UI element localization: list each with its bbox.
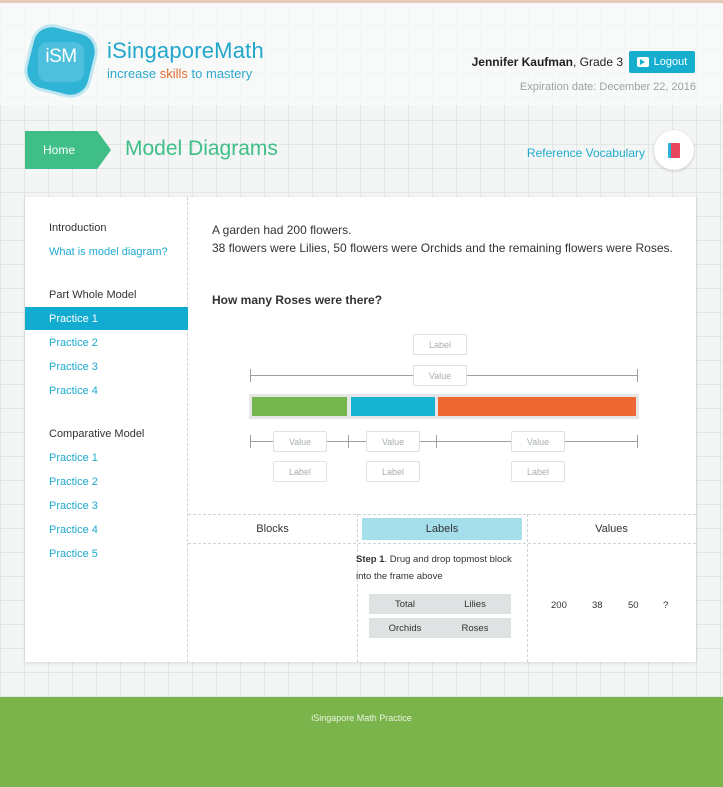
sidebar-heading-introduction: Introduction <box>49 222 107 234</box>
content-card: Introduction What is model diagram? Part… <box>25 197 696 662</box>
panel-divider <box>188 514 696 515</box>
total-value-slot[interactable]: Value <box>413 365 467 386</box>
tagline-skills: skills <box>159 66 188 81</box>
values-header: Values <box>595 523 628 535</box>
bracket-tick <box>250 435 251 448</box>
expiration-date: Expiration date: December 22, 2016 <box>519 81 696 93</box>
sidebar-item-part-whole-practice-1[interactable]: Practice 1 <box>25 307 188 330</box>
segment-2-label-slot[interactable]: Label <box>366 461 420 482</box>
logout-icon <box>636 57 649 67</box>
user-info: Jennifer Kaufman, Grade 3 <box>472 55 623 69</box>
user-grade: , Grade 3 <box>572 55 623 69</box>
question-line-1: A garden had 200 flowers. <box>212 223 352 237</box>
sidebar-item-part-whole-practice-3[interactable]: Practice 3 <box>49 361 98 373</box>
block-orchids-segment[interactable] <box>351 397 435 416</box>
brand-name: iSingaporeMath <box>107 38 264 63</box>
reference-book-button[interactable] <box>654 130 694 170</box>
total-label-slot[interactable]: Label <box>413 334 467 355</box>
bracket-tick <box>348 435 349 448</box>
step-instruction: Step 1. Drug and drop topmost block into… <box>356 551 516 585</box>
sidebar-item-comparative-practice-3[interactable]: Practice 3 <box>49 500 98 512</box>
logout-label: Logout <box>653 56 688 68</box>
sidebar-item-comparative-practice-5[interactable]: Practice 5 <box>49 548 98 560</box>
tagline-part: to mastery <box>187 66 253 81</box>
labels-header: Labels <box>362 518 522 540</box>
footer <box>0 697 723 787</box>
label-chip-lilies[interactable]: Lilies <box>439 594 511 614</box>
step-number: Step 1 <box>356 554 385 565</box>
segment-1-label-slot[interactable]: Label <box>273 461 327 482</box>
question-prompt: How many Roses were there? <box>212 293 383 307</box>
book-icon <box>668 142 680 158</box>
panel-column-divider <box>357 514 358 662</box>
block-roses-segment[interactable] <box>438 397 636 416</box>
segment-3-value-slot[interactable]: Value <box>511 431 565 452</box>
value-chip[interactable]: 200 <box>551 600 567 611</box>
sidebar-item-comparative-practice-1[interactable]: Practice 1 <box>49 452 98 464</box>
blocks-header: Blocks <box>256 523 289 535</box>
bracket-tick <box>637 369 638 382</box>
panel-column-divider <box>527 514 528 662</box>
brand-tagline: increase skills to mastery <box>107 66 252 81</box>
panel-divider <box>188 543 696 544</box>
segment-2-value-slot[interactable]: Value <box>366 431 420 452</box>
value-chip[interactable]: ? <box>663 600 668 611</box>
sidebar-item-comparative-practice-4[interactable]: Practice 4 <box>49 524 98 536</box>
question-line-2: 38 flowers were Lilies, 50 flowers were … <box>212 241 673 255</box>
user-name: Jennifer Kaufman <box>471 55 573 69</box>
question-text: A garden had 200 flowers. 38 flowers wer… <box>212 221 677 257</box>
bracket-tick <box>637 435 638 448</box>
bracket-tick <box>436 435 437 448</box>
block-lilies-segment[interactable] <box>252 397 347 416</box>
logout-button[interactable]: Logout <box>629 51 695 73</box>
label-chip-roses[interactable]: Roses <box>439 618 511 638</box>
reference-vocabulary-link[interactable]: Reference Vocabulary <box>527 146 645 160</box>
sidebar-item-what-is-model-diagram[interactable]: What is model diagram? <box>49 246 168 258</box>
sidebar-item-comparative-practice-2[interactable]: Practice 2 <box>49 476 98 488</box>
segment-1-value-slot[interactable]: Value <box>273 431 327 452</box>
sidebar-heading-part-whole: Part Whole Model <box>49 289 137 301</box>
sidebar-item-part-whole-practice-2[interactable]: Practice 2 <box>49 337 98 349</box>
segment-3-label-slot[interactable]: Label <box>511 461 565 482</box>
sidebar-item-part-whole-practice-4[interactable]: Practice 4 <box>49 385 98 397</box>
label-chip-total[interactable]: Total <box>369 594 441 614</box>
value-chip[interactable]: 50 <box>628 600 639 611</box>
sidebar-heading-comparative: Comparative Model <box>49 428 145 440</box>
bracket-tick <box>250 369 251 382</box>
tagline-part: increase <box>107 66 160 81</box>
value-chip[interactable]: 38 <box>592 600 603 611</box>
home-button[interactable]: Home <box>25 131 111 169</box>
sidebar: Introduction What is model diagram? Part… <box>25 197 188 662</box>
logo-mark: iSM <box>45 46 77 67</box>
footer-text: iSingapore Math Practice <box>311 713 412 723</box>
label-chip-orchids[interactable]: Orchids <box>369 618 441 638</box>
page-title: Model Diagrams <box>125 137 278 160</box>
